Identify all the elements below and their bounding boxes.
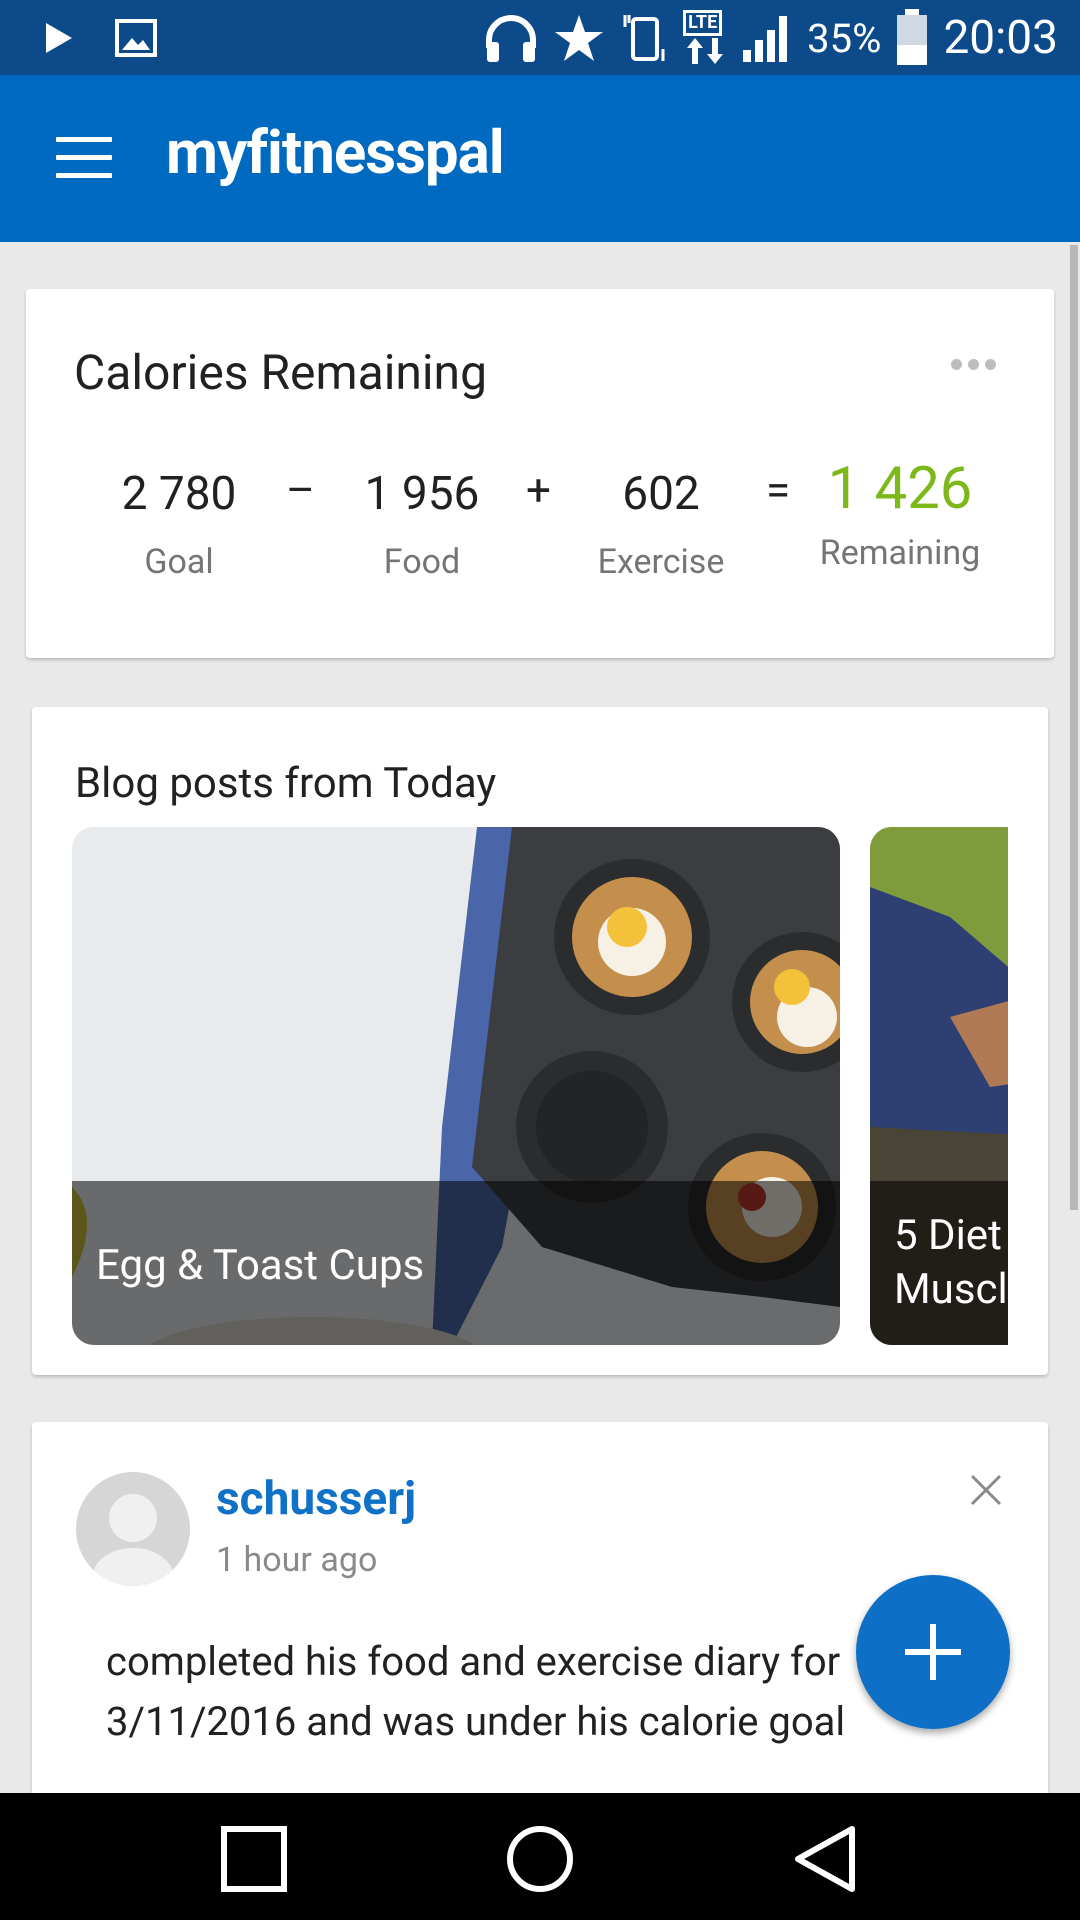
food-value: 1 956 xyxy=(364,467,480,521)
recents-icon[interactable] xyxy=(218,1823,290,1895)
remaining-label: Remaining xyxy=(819,533,981,573)
remaining-value: 1 426 xyxy=(827,455,973,523)
app-bar: myfitnesspal xyxy=(0,75,1080,242)
play-icon xyxy=(46,23,72,53)
feed-timestamp: 1 hour ago xyxy=(216,1540,378,1580)
network-type: LTE xyxy=(683,10,723,36)
food-label: Food xyxy=(383,542,461,582)
plus-operator: + xyxy=(526,464,551,516)
goal-label: Goal xyxy=(144,542,214,582)
blog-carousel[interactable]: Egg & Toast Cups 5 Diet T Muscle xyxy=(72,827,1008,1345)
lte-icon: LTE xyxy=(683,10,727,66)
close-icon[interactable] xyxy=(966,1470,1006,1510)
goal-column: 2 780 Goal xyxy=(89,464,269,582)
feed-username[interactable]: schusserj xyxy=(216,1472,416,1526)
signal-icon xyxy=(743,16,788,62)
headphones-icon xyxy=(486,15,537,62)
star-icon xyxy=(555,15,604,61)
scrollbar[interactable] xyxy=(1070,245,1078,1210)
minus-operator: – xyxy=(286,464,315,516)
blog-caption-overlay: 5 Diet T Muscle xyxy=(870,1181,1008,1345)
calories-card[interactable]: Calories Remaining 2 780 Goal – 1 956 Fo… xyxy=(26,289,1054,658)
image-icon xyxy=(115,19,157,57)
battery-icon xyxy=(897,9,928,65)
remaining-column: 1 426 Remaining xyxy=(810,459,990,573)
blog-post-title-line2: Muscle xyxy=(894,1265,1008,1314)
exercise-label: Exercise xyxy=(597,542,725,582)
blog-post-card[interactable]: Egg & Toast Cups xyxy=(72,827,840,1345)
back-icon[interactable] xyxy=(790,1823,862,1895)
system-nav-bar xyxy=(0,1793,1080,1920)
feed-message: completed his food and exercise diary fo… xyxy=(106,1638,846,1745)
blog-caption-overlay: Egg & Toast Cups xyxy=(72,1181,840,1345)
calories-title: Calories Remaining xyxy=(74,344,488,401)
blog-post-title: Egg & Toast Cups xyxy=(96,1241,425,1290)
food-column: 1 956 Food xyxy=(332,464,512,582)
avatar[interactable] xyxy=(76,1472,190,1586)
blog-post-card[interactable]: 5 Diet T Muscle xyxy=(870,827,1008,1345)
home-icon[interactable] xyxy=(504,1823,576,1895)
blog-section-title: Blog posts from Today xyxy=(75,759,497,808)
equals-operator: = xyxy=(766,464,791,516)
blog-card: Blog posts from Today Egg & Toast Cups 5… xyxy=(32,707,1048,1375)
add-button[interactable] xyxy=(856,1575,1010,1729)
vibrate-icon xyxy=(623,15,665,61)
goal-value: 2 780 xyxy=(121,467,237,521)
blog-post-title-line1: 5 Diet T xyxy=(894,1211,1008,1260)
battery-percent: 35% xyxy=(807,14,882,62)
blog-post-title: 5 Diet T Muscle xyxy=(894,1209,1008,1317)
exercise-value: 602 xyxy=(622,467,700,521)
app-title: myfitnesspal xyxy=(166,117,505,188)
status-bar: LTE 35% 20:03 xyxy=(0,0,1080,75)
clock: 20:03 xyxy=(943,11,1058,65)
menu-icon[interactable] xyxy=(56,137,112,181)
more-options-icon[interactable] xyxy=(951,359,996,370)
exercise-column: 602 Exercise xyxy=(571,464,751,582)
